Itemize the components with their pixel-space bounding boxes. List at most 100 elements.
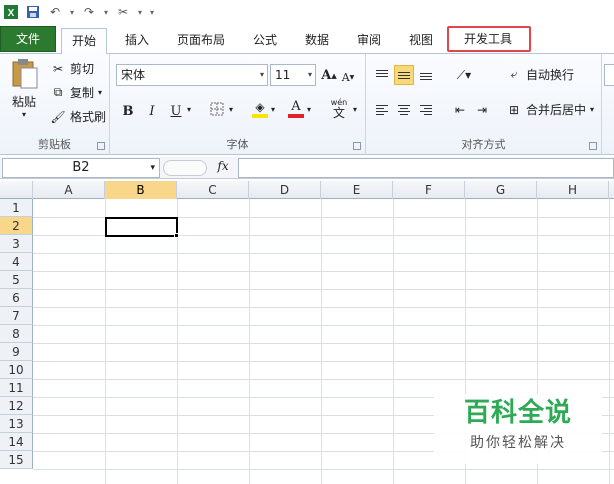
row-header[interactable]: 14 bbox=[0, 433, 33, 451]
grow-font-button[interactable]: A ▲ bbox=[320, 65, 338, 85]
bold-button[interactable]: B bbox=[118, 101, 138, 121]
align-bottom-button[interactable] bbox=[416, 65, 436, 85]
gridline bbox=[33, 361, 614, 362]
align-middle-button[interactable] bbox=[394, 65, 414, 85]
paste-button[interactable]: 粘贴 ▾ bbox=[4, 58, 44, 119]
clipboard-group: 粘贴 ▾ ✂ 剪切 ⧉ 复制 ▾ 🖌 格式刷 剪贴板 bbox=[0, 54, 110, 155]
gridline bbox=[249, 199, 250, 484]
phonetic-dropdown-icon[interactable]: ▾ bbox=[353, 105, 357, 114]
column-header[interactable]: D bbox=[249, 181, 321, 199]
row-header[interactable]: 15 bbox=[0, 451, 33, 469]
tools-dropdown-icon[interactable]: ▾ bbox=[136, 3, 144, 21]
decrease-indent-button[interactable]: ⇤ bbox=[450, 100, 470, 120]
align-top-button[interactable] bbox=[372, 65, 392, 85]
align-middle-icon bbox=[398, 70, 410, 80]
column-header[interactable]: F bbox=[393, 181, 465, 199]
column-header[interactable]: H bbox=[537, 181, 609, 199]
clipboard-launcher-icon[interactable] bbox=[97, 142, 105, 150]
align-center-button[interactable] bbox=[394, 100, 414, 120]
row-header[interactable]: 12 bbox=[0, 397, 33, 415]
gridline bbox=[33, 271, 614, 272]
undo-icon[interactable]: ↶ bbox=[46, 3, 64, 21]
undo-dropdown-icon[interactable]: ▾ bbox=[68, 3, 76, 21]
decrease-indent-icon: ⇤ bbox=[454, 103, 466, 117]
row-header[interactable]: 8 bbox=[0, 325, 33, 343]
align-right-button[interactable] bbox=[416, 100, 436, 120]
borders-dropdown-icon[interactable]: ▾ bbox=[229, 105, 233, 114]
font-size-select[interactable]: 11 ▾ bbox=[270, 64, 316, 86]
insert-function-button[interactable]: fx bbox=[210, 159, 236, 177]
tab-data[interactable]: 数据 bbox=[298, 28, 336, 54]
name-box[interactable]: B2 ▾ bbox=[2, 158, 160, 178]
redo-icon[interactable]: ↷ bbox=[80, 3, 98, 21]
column-header[interactable]: A bbox=[33, 181, 105, 199]
borders-button[interactable] bbox=[206, 101, 228, 121]
row-header[interactable]: 4 bbox=[0, 253, 33, 271]
cut-button[interactable]: ✂ 剪切 bbox=[50, 60, 94, 77]
column-header[interactable]: C bbox=[177, 181, 249, 199]
merge-center-button[interactable]: ⊞ 合并后居中 ▾ bbox=[506, 101, 594, 118]
increase-indent-button[interactable]: ⇥ bbox=[472, 100, 492, 120]
align-left-button[interactable] bbox=[372, 100, 392, 120]
copy-button[interactable]: ⧉ 复制 ▾ bbox=[50, 84, 102, 101]
merge-center-label: 合并后居中 bbox=[526, 103, 587, 117]
shrink-font-button[interactable]: A ▼ bbox=[340, 67, 356, 87]
tools-icon[interactable]: ✂ bbox=[114, 3, 132, 21]
copy-dropdown-icon[interactable]: ▾ bbox=[98, 88, 102, 97]
customize-icon[interactable]: ▾ bbox=[148, 3, 156, 21]
number-format-select-partial[interactable] bbox=[604, 64, 614, 86]
row-header[interactable]: 10 bbox=[0, 361, 33, 379]
tab-file[interactable]: 文件 bbox=[0, 26, 56, 52]
tab-page-layout[interactable]: 页面布局 bbox=[172, 28, 230, 54]
gridline bbox=[33, 343, 614, 344]
font-launcher-icon[interactable] bbox=[353, 142, 361, 150]
select-all-corner[interactable] bbox=[0, 181, 33, 199]
merge-dropdown-icon[interactable]: ▾ bbox=[590, 105, 594, 114]
chevron-down-icon[interactable]: ▾ bbox=[150, 159, 155, 177]
fill-handle[interactable] bbox=[174, 233, 179, 238]
chevron-down-icon: ▾ bbox=[307, 70, 312, 79]
row-header[interactable]: 3 bbox=[0, 235, 33, 253]
grow-font-label: A bbox=[321, 67, 332, 83]
redo-dropdown-icon[interactable]: ▾ bbox=[102, 3, 110, 21]
scissors-icon: ✂ bbox=[52, 61, 64, 76]
active-cell[interactable] bbox=[105, 217, 178, 237]
row-header[interactable]: 5 bbox=[0, 271, 33, 289]
align-left-icon bbox=[376, 105, 388, 115]
tab-formulas[interactable]: 公式 bbox=[246, 28, 284, 54]
formula-input[interactable] bbox=[238, 158, 614, 178]
format-painter-button[interactable]: 🖌 格式刷 bbox=[50, 108, 106, 125]
alignment-launcher-icon[interactable] bbox=[589, 142, 597, 150]
row-header[interactable]: 9 bbox=[0, 343, 33, 361]
gridline bbox=[33, 379, 614, 380]
fill-color-dropdown-icon[interactable]: ▾ bbox=[271, 105, 275, 114]
tab-view[interactable]: 视图 bbox=[402, 28, 440, 54]
row-header[interactable]: 6 bbox=[0, 289, 33, 307]
tab-home[interactable]: 开始 bbox=[61, 28, 107, 55]
italic-button[interactable]: I bbox=[142, 101, 162, 121]
tab-review[interactable]: 审阅 bbox=[350, 28, 388, 54]
underline-button[interactable]: U bbox=[166, 101, 186, 121]
save-icon[interactable] bbox=[24, 3, 42, 21]
font-color-dropdown-icon[interactable]: ▾ bbox=[307, 105, 311, 114]
wrap-text-label: 自动换行 bbox=[526, 68, 575, 82]
orientation-button[interactable]: ⟋▾ bbox=[450, 65, 478, 85]
row-header[interactable]: 13 bbox=[0, 415, 33, 433]
font-name-select[interactable]: 宋体 ▾ bbox=[116, 64, 268, 86]
paste-dropdown-icon[interactable]: ▾ bbox=[22, 110, 26, 119]
column-header[interactable]: E bbox=[321, 181, 393, 199]
row-header[interactable]: 11 bbox=[0, 379, 33, 397]
row-header[interactable]: 1 bbox=[0, 199, 33, 217]
underline-dropdown-icon[interactable]: ▾ bbox=[187, 105, 191, 114]
row-header-selected[interactable]: 2 bbox=[0, 217, 33, 235]
wrap-text-button[interactable]: ⤶ 自动换行 bbox=[506, 66, 574, 83]
row-header[interactable]: 7 bbox=[0, 307, 33, 325]
font-color-button[interactable]: A bbox=[286, 99, 306, 119]
copy-label: 复制 bbox=[70, 86, 95, 100]
column-header[interactable]: G bbox=[465, 181, 537, 199]
fill-color-button[interactable]: ◈ bbox=[250, 99, 270, 119]
gridline bbox=[177, 199, 178, 484]
phonetic-button[interactable]: wén 文 bbox=[326, 98, 352, 119]
tab-insert[interactable]: 插入 bbox=[118, 28, 156, 54]
column-header-selected[interactable]: B bbox=[105, 181, 177, 199]
